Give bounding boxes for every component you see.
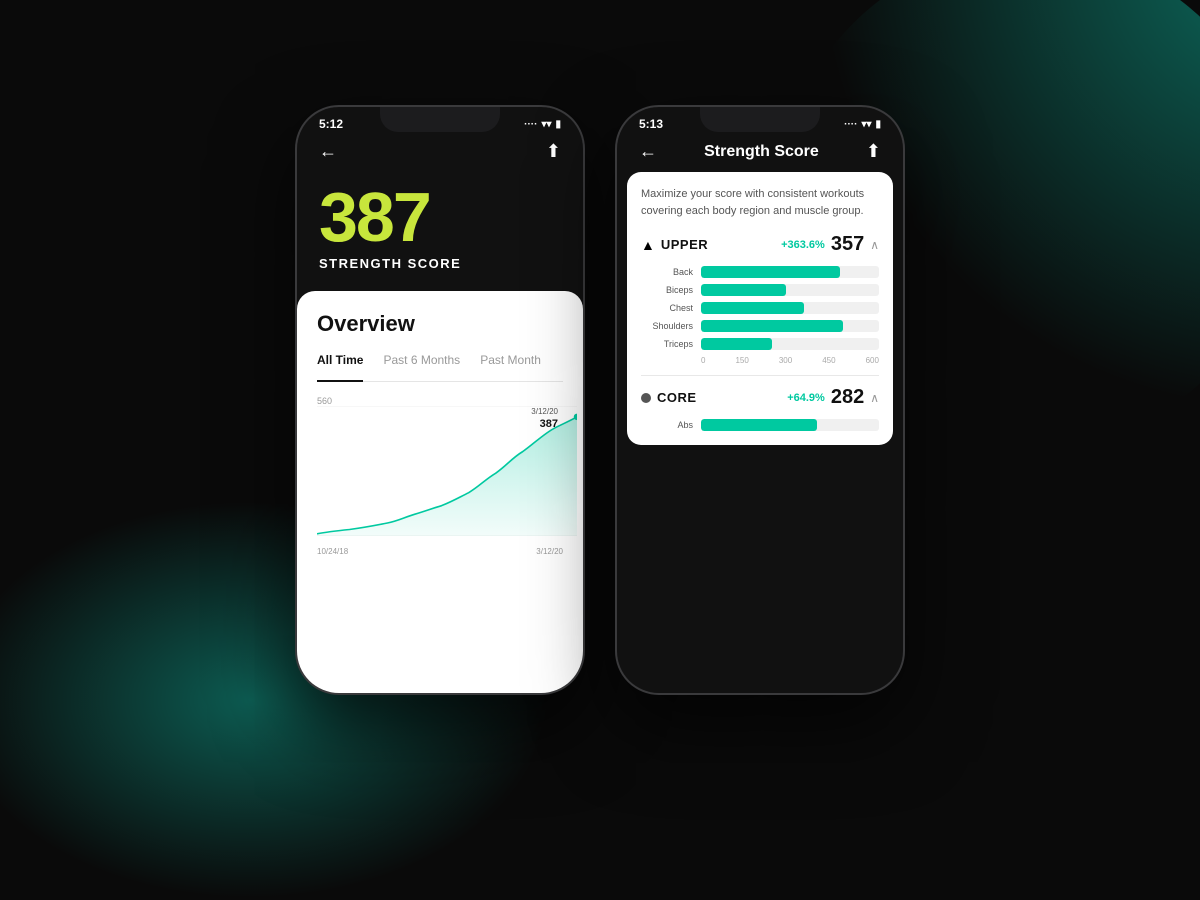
tab-past-6-months[interactable]: Past 6 Months — [383, 353, 460, 373]
upper-name: UPPER — [661, 237, 708, 252]
bar-fill-chest — [701, 302, 804, 314]
phone-2-status-icons: ···· ▾▾ ▮ — [844, 119, 881, 130]
bar-fill-shoulders — [701, 320, 843, 332]
chart-y-max: 560 — [317, 396, 332, 406]
share-button[interactable]: ⬆ — [546, 141, 561, 162]
battery-icon: ▮ — [555, 119, 561, 130]
bar-row-shoulders: Shoulders — [641, 320, 879, 332]
upper-section-right: +363.6% 357 ∧ — [781, 233, 879, 256]
bar-row-abs: Abs — [641, 419, 879, 431]
phone-2: 5:13 ···· ▾▾ ▮ ← Strength Score ⬆ M — [615, 105, 905, 695]
bar-label-abs: Abs — [641, 420, 693, 430]
signal-dots-icon-2: ···· — [844, 119, 857, 130]
bar-label-chest: Chest — [641, 303, 693, 313]
back-button[interactable]: ← — [319, 141, 337, 162]
overview-card: Overview All Time Past 6 Months Past Mon… — [297, 291, 583, 693]
upper-icon: ▲ — [641, 237, 655, 253]
bar-track-chest — [701, 302, 879, 314]
phone-2-back-button[interactable]: ← — [639, 141, 657, 162]
core-section: CORE +64.9% 282 ∧ Abs — [641, 386, 879, 431]
overview-title: Overview — [317, 311, 563, 337]
upper-score: 357 — [831, 233, 864, 256]
phone-1-screen: 5:12 ···· ▾▾ ▮ ← ⬆ 387 STRENGTH SCORE — [297, 107, 583, 693]
phone-2-share-button[interactable]: ⬆ — [866, 141, 881, 162]
bar-row-chest: Chest — [641, 302, 879, 314]
axis-0: 0 — [701, 356, 705, 365]
axis-150: 150 — [735, 356, 748, 365]
core-change: +64.9% — [787, 392, 825, 404]
phone-2-title: Strength Score — [704, 143, 819, 161]
chart-x-start: 10/24/18 — [317, 547, 348, 556]
bar-label-triceps: Triceps — [641, 339, 693, 349]
wifi-icon: ▾▾ — [541, 119, 551, 130]
phone-2-notch — [700, 107, 820, 132]
upper-section-left: ▲ UPPER — [641, 237, 708, 253]
axis-300: 300 — [779, 356, 792, 365]
upper-change: +363.6% — [781, 239, 825, 251]
core-chevron-icon[interactable]: ∧ — [870, 391, 879, 405]
tab-past-month[interactable]: Past Month — [480, 353, 541, 373]
upper-section-header: ▲ UPPER +363.6% 357 ∧ — [641, 233, 879, 256]
core-section-left: CORE — [641, 390, 697, 405]
core-section-right: +64.9% 282 ∧ — [787, 386, 879, 409]
upper-bar-axis: 0 150 300 450 600 — [641, 356, 879, 365]
phone-1-time: 5:12 — [319, 117, 343, 131]
phone-1-notch — [380, 107, 500, 132]
signal-dots-icon: ···· — [524, 119, 537, 130]
line-chart-svg — [317, 406, 577, 536]
core-name: CORE — [657, 390, 697, 405]
bar-row-biceps: Biceps — [641, 284, 879, 296]
strength-description: Maximize your score with consistent work… — [641, 186, 879, 219]
strength-score-number: 387 — [319, 182, 561, 252]
overview-chart: 560 3/12/20 387 — [317, 396, 563, 556]
section-divider — [641, 375, 879, 376]
phone-2-screen: 5:13 ···· ▾▾ ▮ ← Strength Score ⬆ M — [617, 107, 903, 693]
bar-fill-back — [701, 266, 840, 278]
core-dot-icon — [641, 393, 651, 403]
phone-1-header: ← ⬆ — [297, 136, 583, 172]
phones-container: 5:12 ···· ▾▾ ▮ ← ⬆ 387 STRENGTH SCORE — [295, 105, 905, 695]
bar-track-abs — [701, 419, 879, 431]
bar-label-shoulders: Shoulders — [641, 321, 693, 331]
score-section: 387 STRENGTH SCORE — [297, 172, 583, 291]
upper-bar-chart: Back Biceps Chest — [641, 266, 879, 350]
bar-fill-triceps — [701, 338, 772, 350]
bar-row-back: Back — [641, 266, 879, 278]
bar-label-back: Back — [641, 267, 693, 277]
core-score: 282 — [831, 386, 864, 409]
upper-chevron-icon[interactable]: ∧ — [870, 238, 879, 252]
strength-score-label: STRENGTH SCORE — [319, 256, 561, 271]
bar-fill-biceps — [701, 284, 786, 296]
bar-track-back — [701, 266, 879, 278]
phone-1: 5:12 ···· ▾▾ ▮ ← ⬆ 387 STRENGTH SCORE — [295, 105, 585, 695]
axis-450: 450 — [822, 356, 835, 365]
chart-x-labels: 10/24/18 3/12/20 — [317, 547, 563, 556]
tab-all-time[interactable]: All Time — [317, 353, 363, 373]
bar-track-triceps — [701, 338, 879, 350]
phone-2-time: 5:13 — [639, 117, 663, 131]
wifi-icon-2: ▾▾ — [861, 119, 871, 130]
phone-1-status-icons: ···· ▾▾ ▮ — [524, 119, 561, 130]
bar-label-biceps: Biceps — [641, 285, 693, 295]
strength-score-card: Maximize your score with consistent work… — [627, 172, 893, 445]
bar-row-triceps: Triceps — [641, 338, 879, 350]
bar-fill-abs — [701, 419, 817, 431]
chart-x-end: 3/12/20 — [536, 547, 563, 556]
bar-track-shoulders — [701, 320, 879, 332]
time-tabs: All Time Past 6 Months Past Month — [317, 353, 563, 382]
bar-track-biceps — [701, 284, 879, 296]
axis-600: 600 — [866, 356, 879, 365]
phone-2-header: ← Strength Score ⬆ — [617, 136, 903, 172]
battery-icon-2: ▮ — [875, 119, 881, 130]
core-section-header: CORE +64.9% 282 ∧ — [641, 386, 879, 409]
